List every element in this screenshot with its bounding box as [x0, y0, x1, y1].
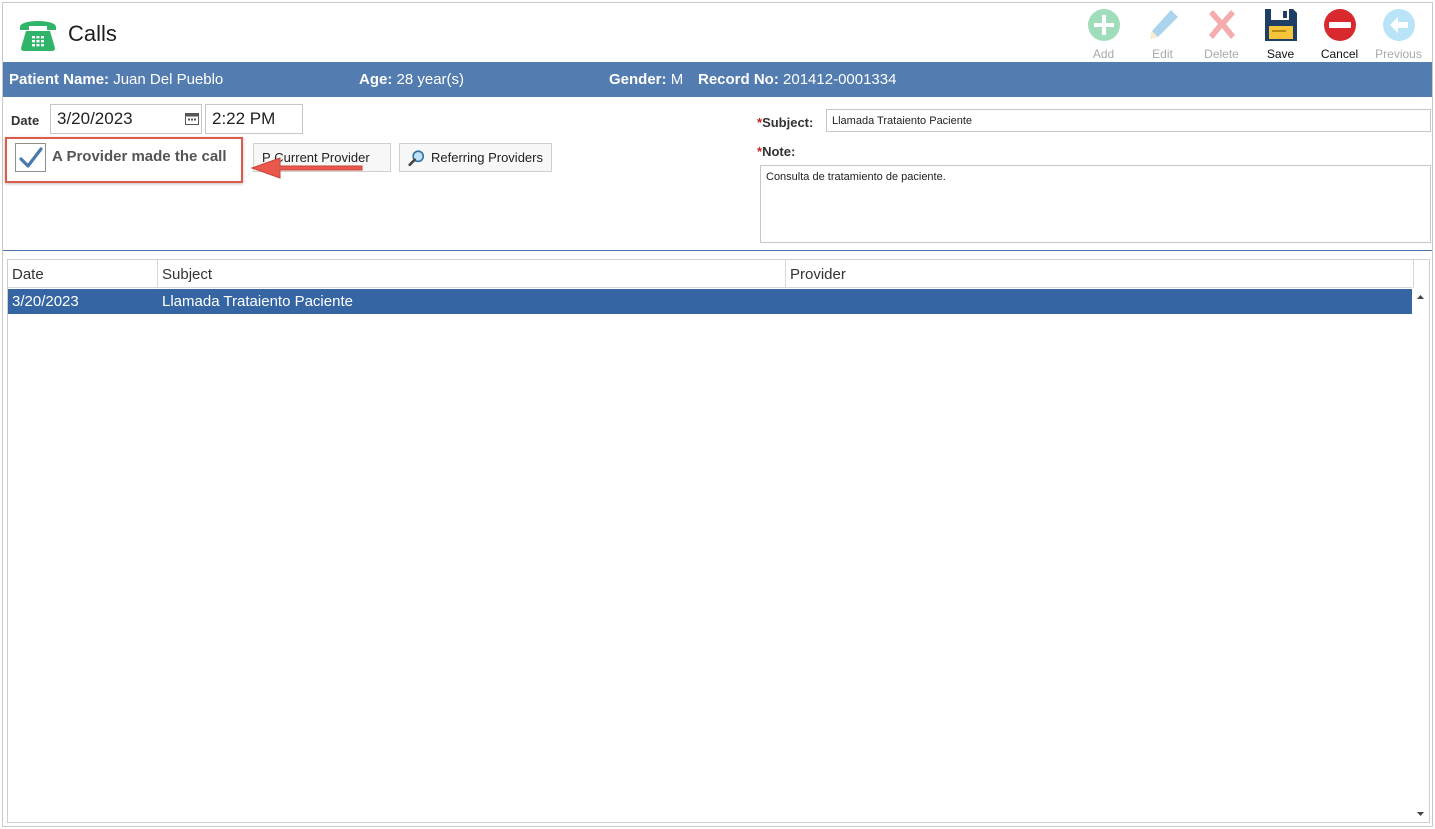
patient-record-value: 201412-0001334 [783, 71, 897, 88]
patient-record-label: Record No: [698, 71, 779, 88]
note-textarea[interactable]: Consulta de tratamiento de paciente. [760, 165, 1431, 243]
pencil-icon [1149, 10, 1178, 39]
edit-label: Edit [1152, 47, 1173, 61]
provider-made-call-label[interactable]: A Provider made the call [52, 148, 227, 165]
checkmark-icon [19, 147, 43, 168]
date-input[interactable] [50, 104, 202, 134]
column-header-subject[interactable]: Subject [158, 260, 786, 288]
add-icon [1087, 9, 1120, 41]
save-label: Save [1266, 47, 1295, 61]
patient-record-field: Record No: 201412-0001334 [698, 71, 896, 88]
scroll-down-icon[interactable] [1414, 807, 1427, 820]
date-label: Date [11, 113, 40, 128]
add-label: Add [1092, 47, 1115, 61]
cancel-label: Cancel [1320, 47, 1359, 61]
patient-name-value: Juan Del Pueblo [113, 71, 224, 88]
previous-label: Previous [1375, 47, 1422, 61]
grid-header: Date Subject Provider [8, 260, 1414, 288]
phone-icon [20, 21, 56, 51]
column-header-date[interactable]: Date [8, 260, 158, 288]
note-label-text: Note: [762, 144, 796, 159]
subject-label-text: Subject: [762, 115, 814, 130]
patient-gender-value: M [670, 71, 684, 88]
note-label: *Note: [757, 144, 795, 159]
app-header: Calls Add Edit Delete Save Cancel Previo… [3, 3, 1432, 63]
patient-age-label: Age: [359, 71, 393, 88]
save-button[interactable]: Save [1251, 6, 1310, 62]
delete-x-icon [1208, 10, 1235, 39]
subject-input[interactable] [826, 109, 1431, 132]
edit-button[interactable]: Edit [1133, 6, 1192, 62]
cancel-button[interactable]: Cancel [1310, 6, 1369, 62]
magnifier-icon [408, 149, 425, 166]
provider-made-call-checkbox[interactable] [15, 143, 46, 172]
annotation-arrow-icon [250, 157, 363, 179]
previous-button[interactable]: Previous [1369, 6, 1428, 62]
patient-name-label: Patient Name: [9, 71, 110, 88]
calls-grid: Date Subject Provider 3/20/2023 Llamada … [7, 259, 1430, 823]
patient-age-value: 28 year(s) [396, 71, 465, 88]
row-subject-cell: Llamada Trataiento Paciente [162, 293, 353, 310]
scroll-up-icon[interactable] [1414, 291, 1427, 304]
page-title: Calls [68, 21, 117, 46]
row-date-cell: 3/20/2023 [12, 293, 79, 310]
patient-gender-label: Gender: [609, 71, 667, 88]
calendar-icon[interactable] [185, 112, 199, 125]
section-divider [3, 250, 1432, 251]
referring-providers-label: Referring Providers [431, 150, 543, 165]
add-button[interactable]: Add [1074, 6, 1133, 62]
grid-vertical-scrollbar[interactable] [1412, 289, 1429, 822]
floppy-disk-icon [1264, 9, 1297, 41]
referring-providers-button[interactable]: Referring Providers [399, 143, 552, 172]
patient-age-field: Age: 28 year(s) [359, 71, 464, 88]
patient-info-bar: Patient Name: Juan Del Pueblo Age: 28 ye… [3, 62, 1432, 97]
back-arrow-icon [1382, 9, 1415, 41]
cancel-icon [1323, 9, 1356, 41]
subject-label: *Subject: [757, 115, 813, 130]
column-header-provider[interactable]: Provider [786, 260, 1414, 288]
calls-window: Calls Add Edit Delete Save Cancel Previo… [2, 2, 1433, 827]
patient-name-field: Patient Name: Juan Del Pueblo [9, 71, 223, 88]
delete-button[interactable]: Delete [1192, 6, 1251, 62]
patient-gender-field: Gender: M [609, 71, 683, 88]
table-row[interactable]: 3/20/2023 Llamada Trataiento Paciente [8, 289, 1412, 314]
time-input[interactable] [205, 104, 303, 134]
toolbar: Add Edit Delete Save Cancel Previous [1074, 6, 1428, 62]
delete-label: Delete [1204, 47, 1239, 61]
